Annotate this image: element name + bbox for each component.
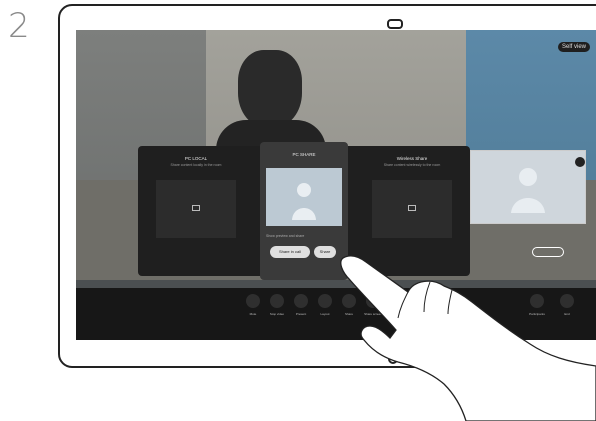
pointing-hand-illustration bbox=[340, 255, 596, 421]
